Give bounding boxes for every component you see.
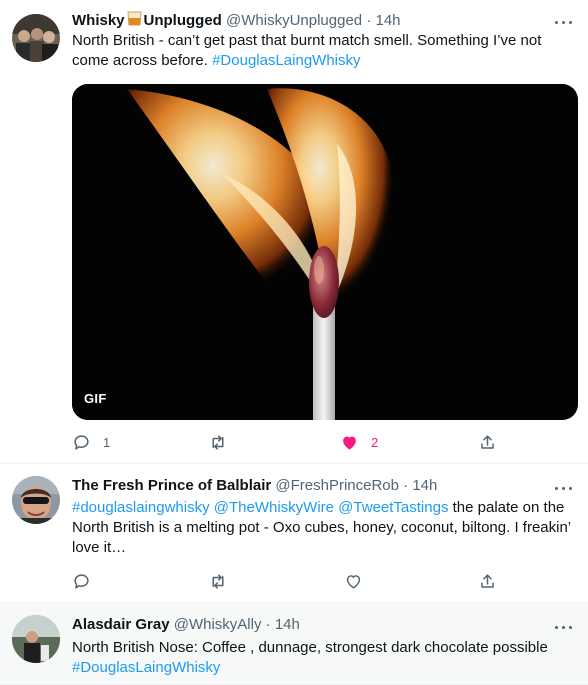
separator-dot: ·: [403, 477, 409, 494]
separator-dot: ·: [366, 12, 372, 29]
avatar[interactable]: [12, 14, 60, 62]
gif-badge: GIF: [84, 391, 107, 406]
tweet-header: Alasdair Gray @WhiskyAlly · 14h: [72, 615, 548, 635]
burning-match-image: [72, 84, 578, 420]
hashtag-link[interactable]: #DouglasLaingWhisky: [212, 52, 360, 69]
reply-icon: [72, 433, 91, 452]
retweet-button[interactable]: [208, 432, 228, 452]
like-button[interactable]: 2: [340, 432, 378, 452]
like-count: 2: [371, 434, 379, 450]
mention-link[interactable]: @TheWhiskyWire: [214, 499, 334, 516]
user-handle[interactable]: @FreshPrinceRob: [275, 477, 399, 494]
retweet-button[interactable]: [208, 571, 228, 591]
more-icon[interactable]: [554, 12, 574, 32]
timestamp[interactable]: 14h: [375, 12, 400, 29]
share-icon: [478, 572, 497, 591]
tweet-header: The Fresh Prince of Balblair @FreshPrinc…: [72, 476, 548, 496]
avatar[interactable]: [12, 615, 60, 663]
reply-button[interactable]: [72, 571, 91, 591]
user-handle[interactable]: @WhiskyAlly: [174, 616, 262, 633]
tweet-2[interactable]: The Fresh Prince of Balblair @FreshPrinc…: [0, 464, 588, 603]
reply-button[interactable]: 1: [72, 432, 110, 452]
avatar[interactable]: [12, 476, 60, 524]
user-handle[interactable]: @WhiskyUnplugged: [226, 12, 362, 29]
whisky-glass-icon: [126, 10, 143, 30]
reply-count: 1: [103, 434, 111, 450]
mention-link[interactable]: @TweetTastings: [338, 499, 448, 516]
display-name[interactable]: The Fresh Prince of Balblair: [72, 477, 271, 494]
share-button[interactable]: [478, 571, 497, 591]
reply-icon: [72, 572, 91, 591]
timestamp[interactable]: 14h: [412, 477, 437, 494]
gif-media[interactable]: GIF: [72, 84, 578, 420]
tweet-text: #douglaslaingwhisky @TheWhiskyWire @Twee…: [72, 498, 576, 558]
like-button[interactable]: [344, 571, 363, 591]
tweet-actions: 1 2: [72, 432, 512, 452]
share-icon: [478, 433, 497, 452]
tweet-body: North British Nose: Coffee , dunnage, st…: [72, 639, 548, 656]
display-name[interactable]: Alasdair Gray: [72, 616, 170, 633]
hashtag-link[interactable]: #DouglasLaingWhisky: [72, 659, 220, 676]
tweet-1[interactable]: Whisky Unplugged @WhiskyUnplugged · 14h N…: [0, 0, 588, 464]
retweet-icon: [208, 433, 228, 452]
display-name-suffix[interactable]: Unplugged: [144, 12, 222, 29]
tweet-text: North British - can’t get past that burn…: [72, 31, 576, 71]
tweet-text: North British Nose: Coffee , dunnage, st…: [72, 638, 576, 678]
display-name[interactable]: Whisky: [72, 12, 125, 29]
more-icon[interactable]: [554, 478, 574, 498]
tweet-3[interactable]: Alasdair Gray @WhiskyAlly · 14h North Br…: [0, 603, 588, 685]
retweet-icon: [208, 572, 228, 591]
tweet-header: Whisky Unplugged @WhiskyUnplugged · 14h: [72, 10, 548, 30]
heart-icon: [340, 433, 359, 452]
heart-icon: [344, 572, 363, 591]
tweet-actions: [72, 571, 512, 591]
timestamp[interactable]: 14h: [275, 616, 300, 633]
more-icon[interactable]: [554, 617, 574, 637]
separator-dot: ·: [265, 616, 271, 633]
hashtag-link[interactable]: #douglaslaingwhisky: [72, 499, 210, 516]
share-button[interactable]: [478, 432, 497, 452]
